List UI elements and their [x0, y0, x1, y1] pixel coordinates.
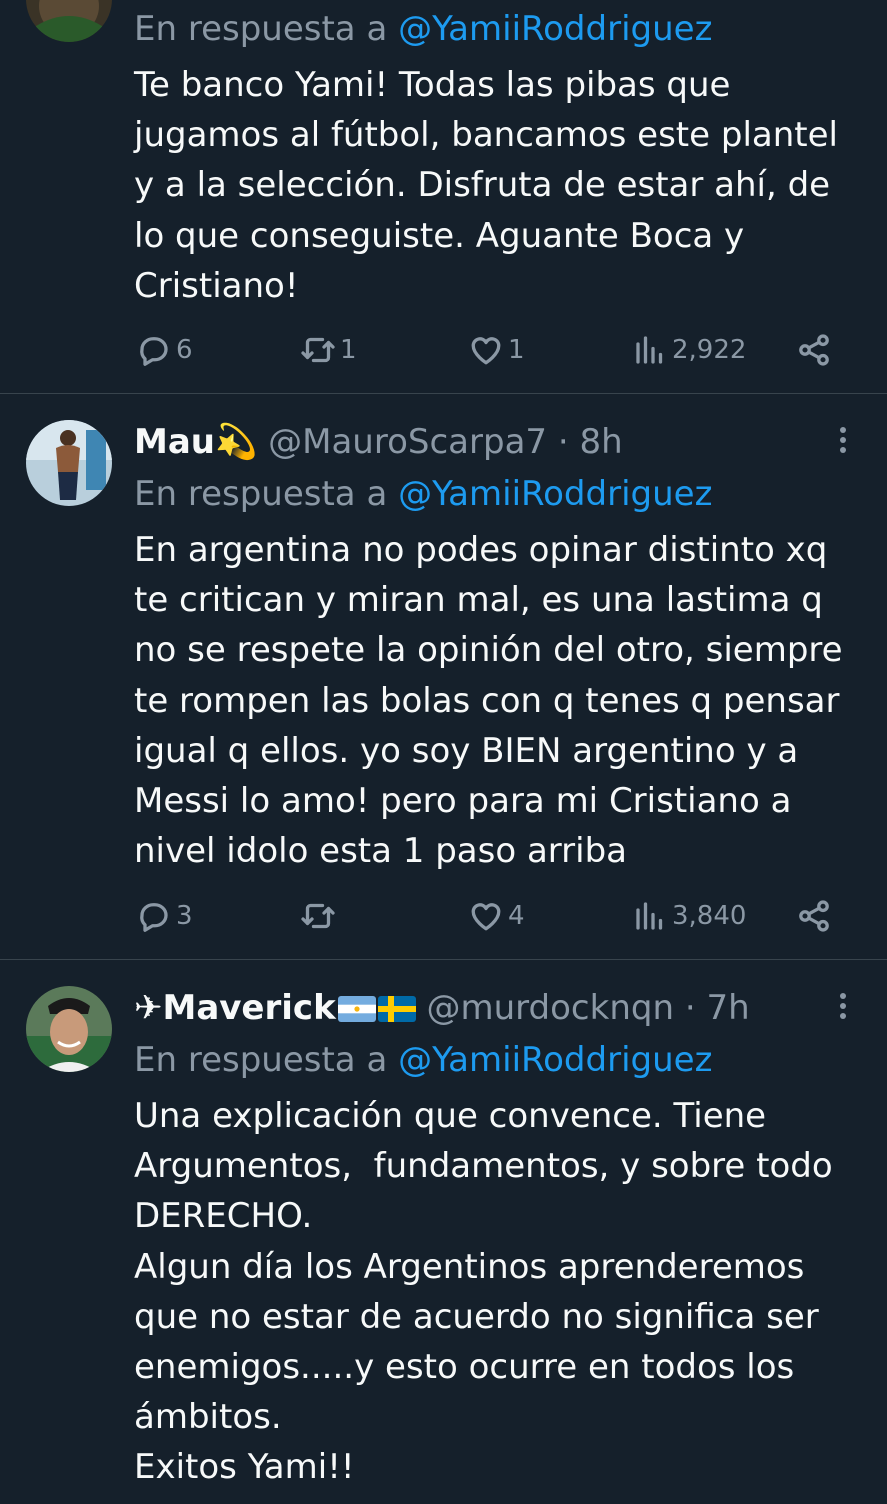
- tweet-text-line: Argumentos, fundamentos, y sobre todo: [134, 1146, 833, 1187]
- reply-handle-link[interactable]: @YamiiRoddriguez: [398, 1040, 712, 1080]
- tweet-3[interactable]: ✈Maverick @murdocknqn · 7h En respuesta …: [0, 960, 887, 1504]
- retweet-button[interactable]: 1: [300, 330, 357, 370]
- tweet-header: ✈Maverick @murdocknqn · 7h: [134, 984, 827, 1032]
- views-count: 2,922: [672, 335, 747, 365]
- tweet-actions: 6 1 1 2,922: [136, 330, 836, 370]
- reply-handle-link[interactable]: @YamiiRoddriguez: [398, 9, 712, 49]
- tweet-text-line: enemigos.....y esto ocurre en todos los: [134, 1347, 795, 1388]
- reply-context: En respuesta a @YamiiRoddriguez: [134, 470, 712, 518]
- reply-count: 6: [176, 335, 193, 365]
- tweet-actions: 3 4 3,840: [136, 896, 836, 936]
- timestamp[interactable]: 7h: [706, 988, 749, 1028]
- avatar[interactable]: [26, 986, 112, 1072]
- tweet-text-line: En argentina no podes opinar distinto xq: [134, 530, 828, 570]
- tweet-text-line: nivel idolo esta 1 paso arriba: [134, 831, 628, 872]
- user-handle[interactable]: @MauroScarpa7: [268, 422, 547, 462]
- like-button[interactable]: 1: [468, 330, 525, 370]
- tweet-text-line: te rompen las bolas con q tenes q pensar: [134, 680, 840, 721]
- tweet-text-line: DERECHO.: [134, 1196, 313, 1237]
- display-name[interactable]: ✈Maverick: [134, 988, 336, 1028]
- tweet-text: Te banco Yami! Todas las pibas que jugam…: [134, 60, 854, 311]
- retweet-count: 1: [340, 335, 357, 365]
- tweet-text-line: Una explicación que convence. Tiene: [134, 1096, 767, 1136]
- reply-handle-link[interactable]: @YamiiRoddriguez: [398, 474, 712, 514]
- share-icon: [799, 334, 829, 366]
- reply-button[interactable]: 3: [136, 896, 193, 936]
- timestamp[interactable]: 8h: [579, 422, 622, 462]
- tweet-text-line: jugamos al fútbol, bancamos este plantel: [134, 115, 838, 156]
- tweet-text-line: Messi lo amo! pero para mi Cristiano a: [134, 781, 792, 822]
- reply-prefix: En respuesta a: [134, 1040, 399, 1080]
- reply-context: En respuesta a @YamiiRoddriguez: [134, 1036, 712, 1084]
- like-icon: [471, 903, 501, 931]
- more-options-icon[interactable]: [832, 424, 854, 464]
- user-handle[interactable]: @murdocknqn: [427, 988, 675, 1028]
- tweet-text-line: Te banco Yami! Todas las pibas que: [134, 65, 731, 105]
- share-icon: [799, 900, 829, 932]
- tweet-text-line: igual q ellos. yo soy BIEN argentino y a: [134, 730, 799, 771]
- views-count: 3,840: [672, 901, 747, 931]
- views-icon: [636, 902, 663, 930]
- reply-button[interactable]: 6: [136, 330, 193, 370]
- tweet-text: Una explicación que convence. Tiene Argu…: [134, 1091, 854, 1493]
- tweet-text-line: te critican y miran mal, es una lastima …: [134, 580, 823, 621]
- tweet-text: En argentina no podes opinar distinto xq…: [134, 525, 854, 876]
- views-icon: [636, 336, 663, 364]
- tweet-2[interactable]: Mau💫 @MauroScarpa7 · 8h En respuesta a @…: [0, 394, 887, 960]
- separator: ·: [557, 422, 569, 462]
- sweden-flag-icon: [377, 996, 416, 1022]
- tweet-text-line: y a la selección. Disfruta de estar ahí,…: [134, 165, 831, 206]
- reply-icon: [140, 903, 168, 932]
- argentina-flag-icon: [337, 996, 376, 1022]
- retweet-icon: [301, 337, 335, 363]
- reply-icon: [140, 337, 168, 366]
- like-icon: [471, 337, 501, 365]
- avatar[interactable]: [26, 420, 112, 506]
- reply-prefix: En respuesta a: [134, 9, 399, 49]
- retweet-icon: [301, 903, 335, 929]
- retweet-button[interactable]: [300, 896, 340, 936]
- like-count: 1: [508, 335, 525, 365]
- views-button[interactable]: 3,840: [632, 896, 746, 936]
- like-count: 4: [508, 901, 525, 931]
- tweet-text-line: Cristiano!: [134, 265, 299, 306]
- display-name[interactable]: Mau💫: [134, 422, 257, 462]
- tweet-header: Mau💫 @MauroScarpa7 · 8h: [134, 418, 827, 466]
- reply-prefix: En respuesta a: [134, 474, 399, 514]
- tweet-text-line: Exitos Yami!!: [134, 1447, 355, 1488]
- reply-count: 3: [176, 901, 193, 931]
- avatar[interactable]: [26, 0, 112, 42]
- views-button[interactable]: 2,922: [632, 330, 746, 370]
- tweet-text-line: que no estar de acuerdo no significa ser: [134, 1296, 819, 1337]
- tweet-1[interactable]: En respuesta a @YamiiRoddriguez Te banco…: [0, 0, 887, 393]
- more-options-icon[interactable]: [832, 990, 854, 1030]
- share-button[interactable]: [796, 330, 832, 370]
- like-button[interactable]: 4: [468, 896, 525, 936]
- tweet-text-line: Algun día los Argentinos aprenderemos: [134, 1246, 805, 1287]
- separator: ·: [684, 988, 696, 1028]
- share-button[interactable]: [796, 896, 832, 936]
- tweet-text-line: ámbitos.: [134, 1397, 282, 1438]
- tweet-text-line: lo que conseguiste. Aguante Boca y: [134, 215, 745, 256]
- tweet-text-line: no se respete la opinión del otro, siemp…: [134, 630, 843, 671]
- reply-context: En respuesta a @YamiiRoddriguez: [134, 5, 712, 53]
